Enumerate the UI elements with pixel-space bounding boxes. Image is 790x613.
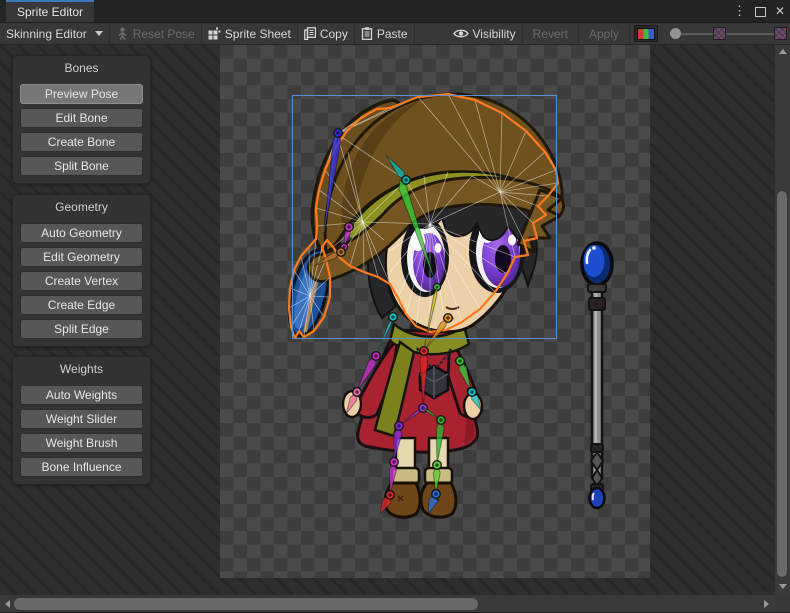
scroll-left-icon[interactable] [5, 600, 10, 608]
character-sprite [282, 94, 562, 517]
rgb-swatch-icon [637, 28, 655, 40]
sprite-sheet-button[interactable]: Sprite Sheet [202, 23, 297, 44]
apply-button[interactable]: Apply [579, 23, 629, 44]
horizontal-scrollbar-thumb[interactable] [14, 598, 478, 610]
tab-sprite-editor[interactable]: Sprite Editor [6, 0, 94, 22]
skinning-editor-dropdown[interactable]: Skinning Editor [0, 23, 109, 44]
button-auto-geometry[interactable]: Auto Geometry [20, 223, 143, 243]
panel-title: Geometry [13, 200, 150, 215]
eye-icon [453, 28, 469, 39]
scrollbar-corner [775, 594, 790, 612]
close-icon[interactable]: ✕ [775, 4, 785, 18]
button-weight-brush[interactable]: Weight Brush [20, 433, 143, 453]
copy-button[interactable]: Copy [298, 23, 354, 44]
color-channels-button[interactable] [634, 25, 658, 42]
visibility-button[interactable]: Visibility [447, 23, 522, 44]
toolbar: Skinning Editor Reset Pose Sprite Sheet … [0, 23, 790, 45]
copy-label: Copy [320, 27, 348, 41]
zoom-slider-track[interactable] [681, 33, 713, 35]
reset-pose-label: Reset Pose [133, 27, 195, 41]
tab-label: Sprite Editor [17, 5, 83, 19]
panel-title: Bones [13, 61, 150, 76]
apply-label: Apply [589, 27, 619, 41]
skinning-editor-label: Skinning Editor [6, 27, 87, 41]
toolbar-separator [629, 23, 630, 44]
paste-button[interactable]: Paste [355, 23, 414, 44]
horizontal-scrollbar[interactable] [0, 594, 775, 613]
reset-pose-button[interactable]: Reset Pose [110, 23, 201, 44]
button-edit-geometry[interactable]: Edit Geometry [20, 247, 143, 267]
alpha-slider-track[interactable] [726, 33, 774, 35]
copy-icon [304, 27, 316, 40]
panel-title: Weights [13, 362, 150, 377]
button-edit-bone[interactable]: Edit Bone [20, 108, 143, 128]
panel-weights: Weights Auto Weights Weight Slider Weight B… [12, 356, 151, 485]
button-bone-influence[interactable]: Bone Influence [20, 457, 143, 477]
chevron-down-icon [95, 31, 103, 36]
scroll-down-icon[interactable] [779, 584, 787, 589]
paste-label: Paste [377, 27, 408, 41]
button-create-vertex[interactable]: Create Vertex [20, 271, 143, 291]
texture-thumb-icon[interactable] [713, 27, 726, 40]
panel-geometry: Geometry Auto Geometry Edit Geometry Create… [12, 194, 151, 347]
kebab-menu-icon[interactable]: ⋮ [733, 0, 746, 22]
scroll-up-icon[interactable] [779, 49, 787, 54]
zoom-slider-handle[interactable] [670, 28, 681, 39]
button-preview-pose[interactable]: Preview Pose [20, 84, 143, 104]
vertical-scrollbar-thumb[interactable] [777, 191, 787, 577]
reset-pose-icon [116, 27, 129, 40]
panel-bones: Bones Preview Pose Edit Bone Create Bone Spl… [12, 55, 151, 184]
button-create-bone[interactable]: Create Bone [20, 132, 143, 152]
button-split-bone[interactable]: Split Bone [20, 156, 143, 176]
scroll-right-icon[interactable] [764, 600, 769, 608]
visibility-label: Visibility [473, 27, 516, 41]
titlebar: Sprite Editor ⋮ ✕ [0, 0, 790, 23]
button-split-edge[interactable]: Split Edge [20, 319, 143, 339]
sprite-canvas[interactable]: Bones Preview Pose Edit Bone Create Bone Spl… [0, 45, 775, 594]
vertical-scrollbar[interactable] [774, 45, 790, 594]
sprite-sheet-icon [208, 27, 221, 40]
paste-icon [361, 27, 373, 40]
maximize-icon[interactable] [755, 7, 766, 17]
revert-button[interactable]: Revert [523, 23, 578, 44]
revert-label: Revert [533, 27, 568, 41]
staff-sprite [582, 243, 612, 508]
button-weight-slider[interactable]: Weight Slider [20, 409, 143, 429]
button-create-edge[interactable]: Create Edge [20, 295, 143, 315]
texture-thumb-icon[interactable] [774, 27, 787, 40]
toolbar-separator [414, 23, 415, 44]
button-auto-weights[interactable]: Auto Weights [20, 385, 143, 405]
sprite-sheet-label: Sprite Sheet [225, 27, 291, 41]
